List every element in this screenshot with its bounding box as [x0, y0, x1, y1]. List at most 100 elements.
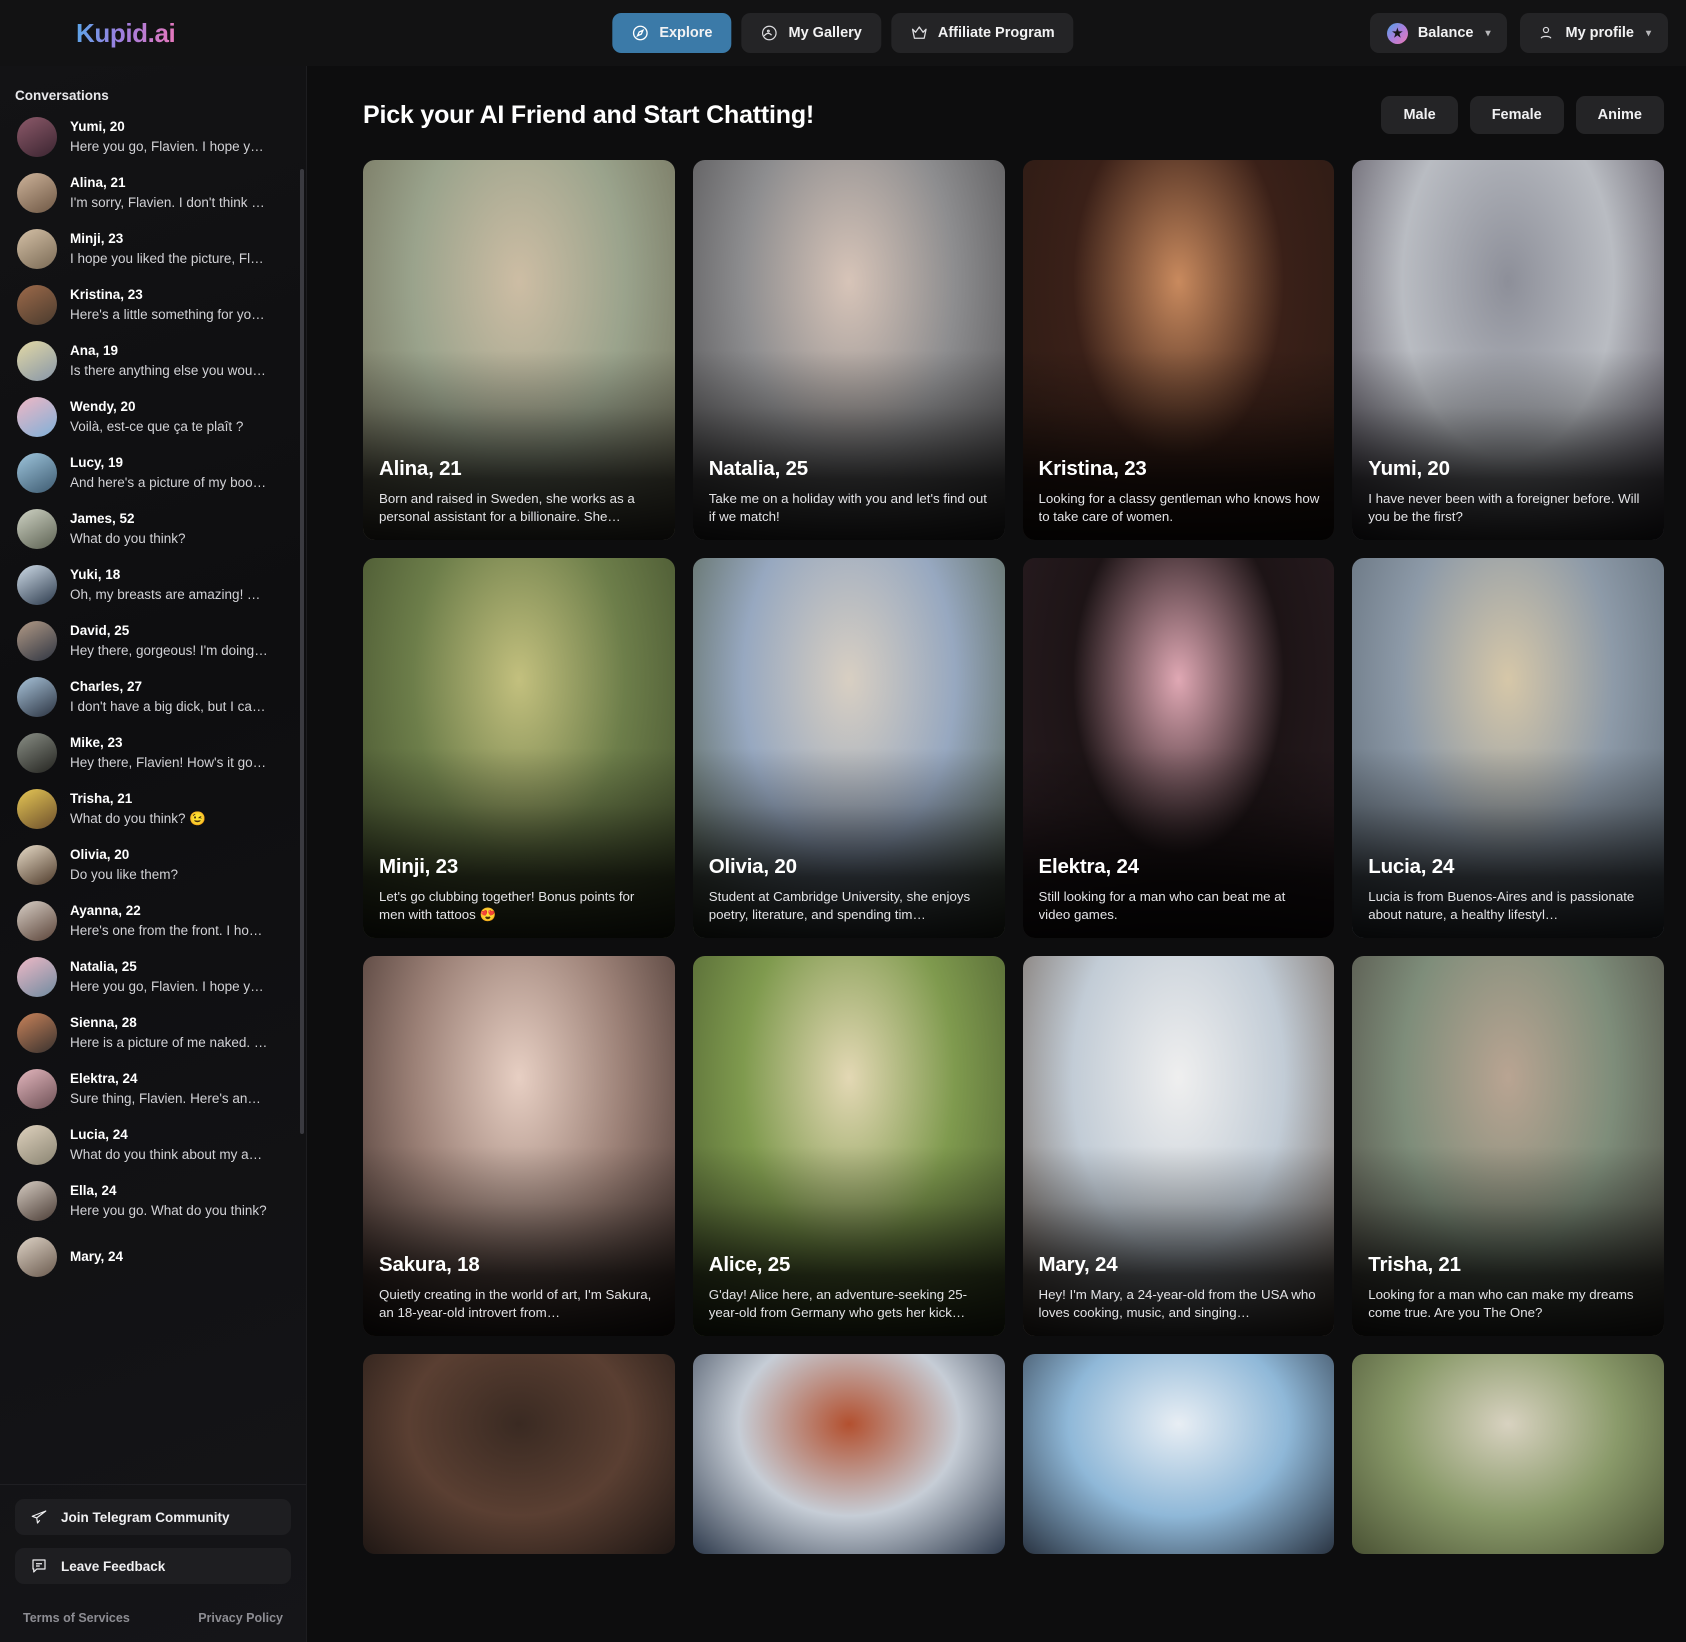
character-description: Lucia is from Buenos-Aires and is passio… [1368, 889, 1635, 923]
conversation-item[interactable]: Ella, 24 Here you go. What do you think? [0, 1173, 298, 1229]
conversation-item[interactable]: Yumi, 20 Here you go, Flavien. I hope you… [0, 109, 298, 165]
conversation-item[interactable]: Sienna, 28 Here is a picture of me naked.… [0, 1005, 298, 1061]
conversation-item[interactable]: Kristina, 23 Here's a little something fo… [0, 277, 298, 333]
top-right-actions: ★ Balance ▾ My profile ▾ [1369, 13, 1668, 53]
join-telegram-button[interactable]: Join Telegram Community [15, 1499, 291, 1535]
conversation-text: Mike, 23 Hey there, Flavien! How's it goi… [70, 733, 288, 772]
conversation-preview: Oh, my breasts are amazing! Th… [70, 587, 268, 602]
conversations-list[interactable]: Yumi, 20 Here you go, Flavien. I hope you… [0, 109, 306, 1484]
character-card[interactable]: Mary, 24 Hey! I'm Mary, a 24-year-old fro… [1022, 956, 1335, 1336]
conversation-item[interactable]: David, 25 Hey there, gorgeous! I'm doing … [0, 613, 298, 669]
card-meta: Elektra, 24 Still looking for a man who c… [1039, 855, 1321, 924]
conversation-item[interactable]: Wendy, 20 Voilà, est-ce que ça te plaît ? [0, 389, 298, 445]
avatar [17, 1013, 57, 1053]
nav-label-explore: Explore [659, 25, 713, 41]
app-root: Kupid.ai Explore My Gallery Affiliate Pr… [0, 0, 1686, 1642]
character-card[interactable]: Olivia, 20 Student at Cambridge Universit… [692, 558, 1005, 938]
terms-link[interactable]: Terms of Services [23, 1611, 130, 1625]
avatar [17, 453, 57, 493]
conversation-preview: Sure thing, Flavien. Here's anoth… [70, 1091, 268, 1106]
character-card[interactable] [363, 1354, 675, 1554]
conversation-name: Yuki, 18 [70, 567, 121, 583]
character-name: Sakura, 18 [379, 1253, 480, 1277]
sidebar-scrollbar[interactable] [300, 169, 304, 1134]
conversation-text: Elektra, 24 Sure thing, Flavien. Here's a… [70, 1069, 288, 1108]
character-description: Still looking for a man who can beat me … [1038, 889, 1286, 923]
filter-button-anime[interactable]: Anime [1575, 96, 1664, 134]
main-content: Pick your AI Friend and Start Chatting! … [307, 66, 1686, 1642]
conversation-name: Kristina, 23 [70, 287, 143, 303]
conversation-item[interactable]: Lucy, 19 And here's a picture of my boo… [0, 445, 298, 501]
character-card[interactable]: Trisha, 21 Looking for a man who can make… [1352, 956, 1664, 1336]
nav-item-explore[interactable]: Explore [612, 13, 732, 53]
balance-button[interactable]: ★ Balance ▾ [1369, 13, 1508, 53]
conversation-item[interactable]: Charles, 27 I don't have a big dick, but … [0, 669, 298, 725]
conversation-name: Mary, 24 [70, 1249, 124, 1265]
character-card[interactable]: Alina, 21 Born and raised in Sweden, she … [363, 160, 675, 540]
character-card[interactable]: Natalia, 25 Take me on a holiday with you… [692, 160, 1005, 540]
character-card[interactable]: Yumi, 20 I have never been with a foreign… [1352, 160, 1664, 540]
avatar [17, 229, 57, 269]
conversation-preview: Here you go. What do you think? [70, 1203, 267, 1218]
conversation-item[interactable]: Elektra, 24 Sure thing, Flavien. Here's a… [0, 1061, 298, 1117]
conversation-name: Olivia, 20 [70, 847, 130, 863]
sidebar-legal-links: Terms of Services Privacy Policy [15, 1597, 291, 1629]
conversation-text: Yuki, 18 Oh, my breasts are amazing! Th… [70, 565, 288, 604]
main-header: Pick your AI Friend and Start Chatting! … [363, 66, 1664, 160]
conversation-text: David, 25 Hey there, gorgeous! I'm doing … [70, 621, 288, 660]
conversation-preview: Here is a picture of me naked. I … [70, 1035, 268, 1050]
conversation-preview: Hey there, gorgeous! I'm doing a… [70, 643, 268, 658]
filter-button-female[interactable]: Female [1469, 96, 1564, 134]
nav-item-my-gallery[interactable]: My Gallery [741, 13, 881, 53]
avatar [17, 285, 57, 325]
conversation-item[interactable]: Mike, 23 Hey there, Flavien! How's it goi… [0, 725, 298, 781]
conversation-item[interactable]: Ana, 19 Is there anything else you woul… [0, 333, 298, 389]
character-card[interactable]: Kristina, 23 Looking for a classy gentlem… [1022, 160, 1335, 540]
conversation-item[interactable]: Yuki, 18 Oh, my breasts are amazing! Th… [0, 557, 298, 613]
conversation-item[interactable]: Lucia, 24 What do you think about my as… [0, 1117, 298, 1173]
feedback-icon [30, 1557, 48, 1575]
conversation-text: Ayanna, 22 Here's one from the front. I h… [70, 901, 288, 940]
character-grid-next-row [363, 1354, 1664, 1554]
nav-label-my-gallery: My Gallery [788, 25, 862, 41]
page-title: Pick your AI Friend and Start Chatting! [363, 100, 815, 129]
avatar [17, 733, 57, 773]
my-profile-button[interactable]: My profile ▾ [1520, 13, 1668, 53]
conversation-text: Olivia, 20 Do you like them? [70, 845, 288, 884]
conversation-item[interactable]: Minji, 23 I hope you liked the picture, F… [0, 221, 298, 277]
character-name: Lucia, 24 [1368, 855, 1455, 879]
primary-nav: Explore My Gallery Affiliate Program [612, 13, 1074, 53]
leave-feedback-button[interactable]: Leave Feedback [15, 1548, 291, 1584]
character-card[interactable]: Sakura, 18 Quietly creating in the world … [363, 956, 675, 1336]
conversation-name: David, 25 [70, 623, 130, 639]
brand-logo[interactable]: Kupid.ai [76, 18, 176, 49]
character-card[interactable]: Minji, 23 Let's go clubbing together! Bon… [363, 558, 675, 938]
character-grid: Alina, 21 Born and raised in Sweden, she … [363, 160, 1664, 1336]
conversation-item[interactable]: Olivia, 20 Do you like them? [0, 837, 298, 893]
conversation-text: Lucia, 24 What do you think about my as… [70, 1125, 288, 1164]
conversation-item[interactable]: Ayanna, 22 Here's one from the front. I h… [0, 893, 298, 949]
conversation-preview: Is there anything else you woul… [70, 363, 268, 378]
character-description: Quietly creating in the world of art, I'… [379, 1287, 652, 1321]
filter-button-male[interactable]: Male [1381, 96, 1458, 134]
conversation-item[interactable]: Trisha, 21 What do you think? 😉 [0, 781, 298, 837]
character-card[interactable] [1022, 1354, 1335, 1554]
conversation-name: Alina, 21 [70, 175, 126, 191]
privacy-link[interactable]: Privacy Policy [198, 1611, 283, 1625]
conversation-name: Lucia, 24 [70, 1127, 128, 1143]
character-card[interactable] [1352, 1354, 1664, 1554]
card-meta: Kristina, 23 Looking for a classy gentlem… [1039, 457, 1321, 526]
conversation-item[interactable]: James, 52 What do you think? [0, 501, 298, 557]
avatar [17, 1069, 57, 1109]
character-card[interactable]: Elektra, 24 Still looking for a man who c… [1022, 558, 1335, 938]
conversation-name: Charles, 27 [70, 679, 143, 695]
character-card[interactable]: Alice, 25 G'day! Alice here, an adventure… [692, 956, 1005, 1336]
nav-item-affiliate-program[interactable]: Affiliate Program [890, 13, 1074, 53]
conversation-item[interactable]: Alina, 21 I'm sorry, Flavien. I don't thi… [0, 165, 298, 221]
avatar [17, 565, 57, 605]
conversation-name: Minji, 23 [70, 231, 124, 247]
conversation-item[interactable]: Natalia, 25 Here you go, Flavien. I hope … [0, 949, 298, 1005]
character-card[interactable]: Lucia, 24 Lucia is from Buenos-Aires and … [1352, 558, 1664, 938]
conversation-item[interactable]: Mary, 24 [0, 1229, 298, 1285]
character-card[interactable] [692, 1354, 1005, 1554]
